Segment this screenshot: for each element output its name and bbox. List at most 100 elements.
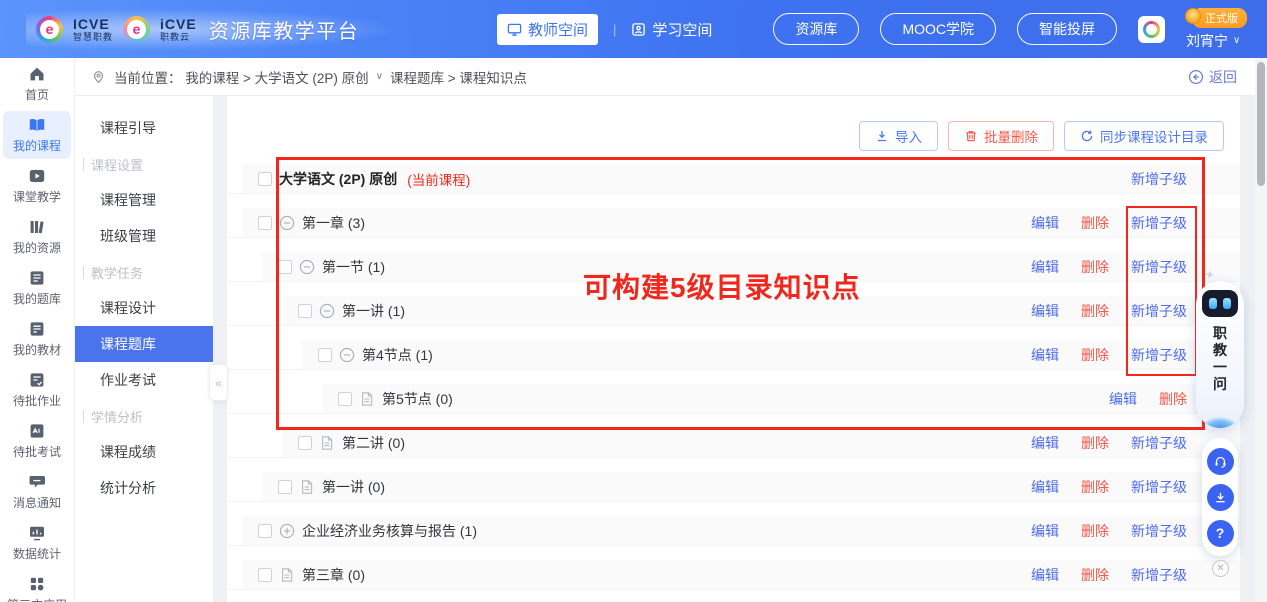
add-child-link[interactable]: 新增子级 xyxy=(1131,521,1187,541)
row-checkbox[interactable] xyxy=(278,480,292,494)
edit-link[interactable]: 编辑 xyxy=(1031,565,1059,585)
customer-service-button[interactable] xyxy=(1207,448,1234,475)
edit-link[interactable]: 编辑 xyxy=(1031,433,1059,453)
breadcrumb-seg1[interactable]: 当前位置： 我的课程 > 大学语文 (2P) 原创 xyxy=(114,67,369,87)
add-child-link[interactable]: 新增子级 xyxy=(1131,477,1187,497)
submenu-item-5[interactable]: 课程设计 xyxy=(75,290,213,326)
tree-row-body[interactable]: 大学语文 (2P) 原创(当前课程) xyxy=(242,164,1240,193)
teacher-space-button[interactable]: 教师空间 xyxy=(497,14,598,45)
zhijiao-yiwen-assistant[interactable]: 职教一问 xyxy=(1196,281,1244,428)
header-pill-0[interactable]: 资源库 xyxy=(773,13,859,45)
row-checkbox[interactable] xyxy=(338,392,352,406)
submenu-item-0[interactable]: 课程引导 xyxy=(75,110,213,146)
import-button[interactable]: 导入 xyxy=(859,121,938,151)
row-checkbox[interactable] xyxy=(258,568,272,582)
sync-outline-button[interactable]: 同步课程设计目录 xyxy=(1064,121,1224,151)
batch-delete-button[interactable]: 批量删除 xyxy=(948,121,1054,151)
floating-toolbar: ? xyxy=(1202,438,1238,556)
row-checkbox[interactable] xyxy=(318,348,332,362)
sidebar-item-1[interactable]: 我的课程 xyxy=(3,111,71,159)
add-child-link[interactable]: 新增子级 xyxy=(1131,169,1187,189)
submenu-item-6[interactable]: 课程题库 xyxy=(75,326,213,362)
sidebar-item-4[interactable]: 我的题库 xyxy=(3,264,71,312)
edit-link[interactable]: 编辑 xyxy=(1031,477,1059,497)
scrollbar-thumb[interactable] xyxy=(1257,62,1265,186)
play-icon xyxy=(28,167,46,185)
user-name: 刘宵宁 xyxy=(1186,31,1228,51)
edit-link[interactable]: 编辑 xyxy=(1109,389,1137,409)
sidebar-item-2[interactable]: 课堂教学 xyxy=(3,162,71,210)
library-icon xyxy=(28,218,46,236)
robot-icon xyxy=(1202,290,1238,317)
delete-link[interactable]: 删除 xyxy=(1081,345,1109,365)
sidebar-item-8[interactable]: 消息通知 xyxy=(3,468,71,516)
breadcrumb-dropdown-caret[interactable]: ∨ xyxy=(376,71,383,82)
submenu-item-10[interactable]: 统计分析 xyxy=(75,470,213,506)
sidebar-item-6[interactable]: 待批作业 xyxy=(3,366,71,414)
delete-link[interactable]: 删除 xyxy=(1159,389,1187,409)
sidebar-item-7[interactable]: 待批考试 xyxy=(3,417,71,465)
help-button[interactable]: ? xyxy=(1207,520,1234,547)
submenu-item-9[interactable]: 课程成绩 xyxy=(75,434,213,470)
document-icon[interactable] xyxy=(319,435,335,451)
edit-link[interactable]: 编辑 xyxy=(1031,213,1059,233)
tree-row-body[interactable]: 第5节点 (0) xyxy=(322,384,1240,413)
sidebar-item-9[interactable]: 数据统计 xyxy=(3,519,71,567)
document-icon[interactable] xyxy=(299,479,315,495)
add-child-link[interactable]: 新增子级 xyxy=(1131,433,1187,453)
learning-space-button[interactable]: 学习空间 xyxy=(631,19,712,40)
sidebar-item-10[interactable]: 第三方应用 xyxy=(3,570,71,602)
edit-link[interactable]: 编辑 xyxy=(1031,345,1059,365)
tree-row: 第5节点 (0) 编辑 删除 xyxy=(227,384,1240,414)
row-checkbox[interactable] xyxy=(298,436,312,450)
collapse-minus-icon[interactable] xyxy=(319,303,335,319)
collapse-minus-icon[interactable] xyxy=(299,259,315,275)
row-checkbox[interactable] xyxy=(298,304,312,318)
edit-link[interactable]: 编辑 xyxy=(1031,301,1059,321)
header-pill-1[interactable]: MOOC学院 xyxy=(880,13,996,45)
delete-link[interactable]: 删除 xyxy=(1081,477,1109,497)
delete-link[interactable]: 删除 xyxy=(1081,521,1109,541)
document-icon[interactable] xyxy=(359,391,375,407)
add-child-link[interactable]: 新增子级 xyxy=(1131,345,1187,365)
headset-icon xyxy=(1213,454,1228,469)
sidebar-item-5[interactable]: 我的教材 xyxy=(3,315,71,363)
add-child-link[interactable]: 新增子级 xyxy=(1131,565,1187,585)
sidebar-collapse-handle[interactable]: « xyxy=(209,364,228,401)
add-child-link[interactable]: 新增子级 xyxy=(1131,213,1187,233)
submenu-item-7[interactable]: 作业考试 xyxy=(75,362,213,398)
back-button[interactable]: 返回 xyxy=(1188,67,1239,87)
row-checkbox[interactable] xyxy=(278,260,292,274)
monitor-icon xyxy=(507,22,522,37)
delete-link[interactable]: 删除 xyxy=(1081,565,1109,585)
document-icon[interactable] xyxy=(279,567,295,583)
student-icon xyxy=(631,22,646,37)
row-checkbox[interactable] xyxy=(258,524,272,538)
add-child-link[interactable]: 新增子级 xyxy=(1131,301,1187,321)
sidebar-item-3[interactable]: 我的资源 xyxy=(3,213,71,261)
row-checkbox[interactable] xyxy=(258,216,272,230)
collapse-minus-icon[interactable] xyxy=(279,215,295,231)
close-float-button[interactable]: ✕ xyxy=(1212,560,1229,577)
download-button[interactable] xyxy=(1207,484,1234,511)
delete-link[interactable]: 删除 xyxy=(1081,213,1109,233)
row-actions: 编辑 删除 新增子级 xyxy=(1031,428,1187,458)
sidebar-item-0[interactable]: 首页 xyxy=(3,60,71,108)
expand-plus-icon[interactable] xyxy=(279,523,295,539)
delete-link[interactable]: 删除 xyxy=(1081,257,1109,277)
avatar[interactable] xyxy=(1138,16,1165,43)
breadcrumb-seg2[interactable]: 课程题库 > 课程知识点 xyxy=(390,67,527,87)
row-checkbox[interactable] xyxy=(258,172,272,186)
delete-link[interactable]: 删除 xyxy=(1081,433,1109,453)
collapse-minus-icon[interactable] xyxy=(339,347,355,363)
edit-link[interactable]: 编辑 xyxy=(1031,521,1059,541)
submenu-item-3[interactable]: 班级管理 xyxy=(75,218,213,254)
delete-link[interactable]: 删除 xyxy=(1081,301,1109,321)
header-pill-2[interactable]: 智能投屏 xyxy=(1017,13,1117,45)
submenu-item-2[interactable]: 课程管理 xyxy=(75,182,213,218)
add-child-link[interactable]: 新增子级 xyxy=(1131,257,1187,277)
brand: ICVE智慧职教 iCVE职教云 资源库教学平台 xyxy=(26,9,395,50)
row-actions: 新增子级 xyxy=(1131,164,1187,194)
user-menu[interactable]: 刘宵宁 ∨ xyxy=(1186,31,1240,51)
edit-link[interactable]: 编辑 xyxy=(1031,257,1059,277)
